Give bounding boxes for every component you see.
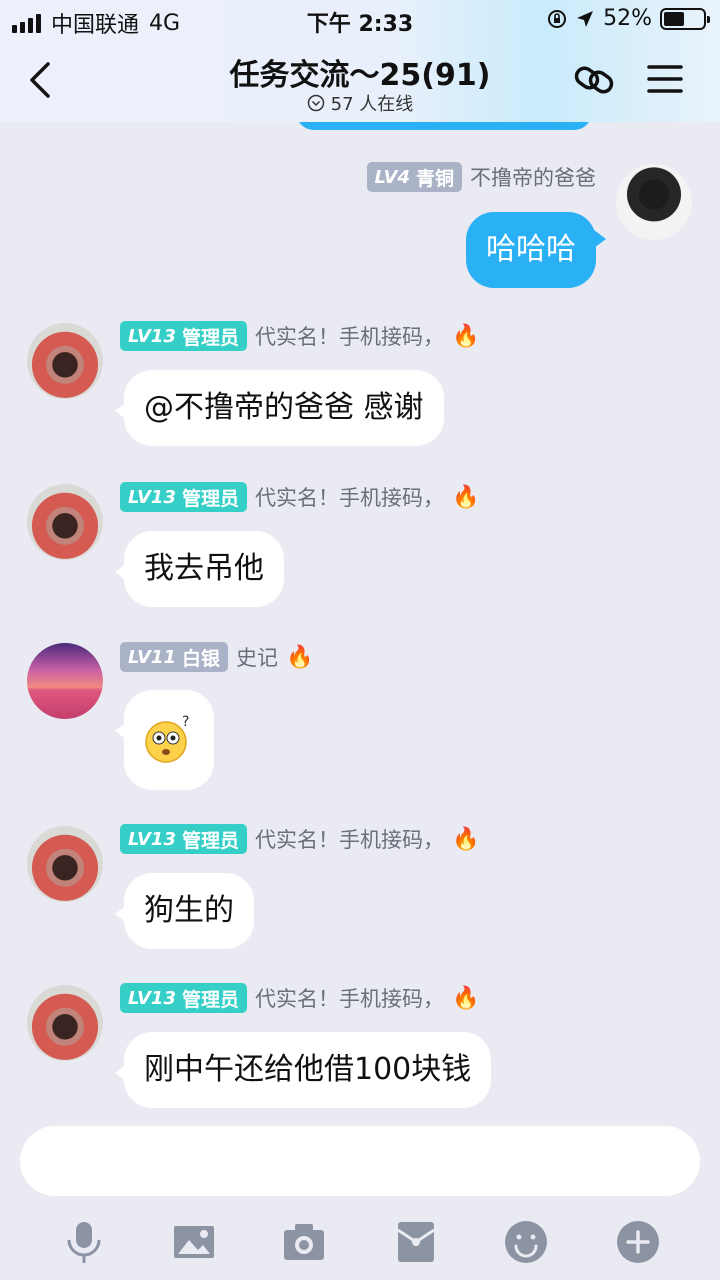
- nickname: 史记: [236, 646, 278, 670]
- message-meta: LV4 青铜 不撸帝的爸爸: [366, 162, 596, 192]
- message-bubble[interactable]: @不撸帝的爸爸 感谢: [115, 370, 444, 446]
- header-bar: 中国联通 4G 下午 2:33 52% 任务交流～25(91) 57 人在线: [0, 0, 720, 122]
- level-badge: LV13 管理员: [120, 321, 247, 351]
- avatar[interactable]: [27, 323, 103, 399]
- svg-text:?: ?: [182, 714, 189, 730]
- level-badge: LV11 白银: [120, 642, 228, 672]
- camera-icon[interactable]: [280, 1218, 328, 1266]
- level-badge: LV13 管理员: [120, 983, 247, 1013]
- confused-emoji-icon: ?: [145, 714, 189, 763]
- fire-icon: 🔥: [452, 484, 480, 510]
- nickname: 代实名！手机接码，: [255, 987, 444, 1011]
- image-icon[interactable]: [170, 1218, 218, 1266]
- message-bubble[interactable]: 哈哈哈: [466, 212, 606, 288]
- message-meta: LV13 管理员 代实名！手机接码， 🔥: [120, 983, 479, 1013]
- message-bubble[interactable]: ?: [115, 690, 214, 790]
- battery-icon: [660, 7, 710, 30]
- avatar[interactable]: [616, 164, 692, 240]
- input-toolbar: [0, 1210, 720, 1270]
- nickname: 代实名！手机接码，: [255, 325, 444, 349]
- avatar[interactable]: [27, 985, 103, 1061]
- red-packet-icon[interactable]: [392, 1218, 440, 1266]
- level-badge: LV13 管理员: [120, 482, 247, 512]
- level-badge: LV4 青铜: [366, 162, 462, 192]
- nickname: 代实名！手机接码，: [255, 486, 444, 510]
- rotation-lock-icon: [548, 9, 567, 28]
- menu-icon[interactable]: [646, 62, 684, 96]
- fire-icon: 🔥: [452, 323, 480, 349]
- message-meta: LV11 白银 史记 🔥: [120, 642, 313, 672]
- status-bar: 中国联通 4G 下午 2:33 52%: [0, 0, 720, 40]
- fire-icon: 🔥: [452, 985, 480, 1011]
- message-bubble[interactable]: 狗生的: [115, 873, 254, 949]
- avatar[interactable]: [27, 643, 103, 719]
- input-bar: [0, 1110, 720, 1280]
- avatar[interactable]: [27, 484, 103, 560]
- message-meta: LV13 管理员 代实名！手机接码， 🔥: [120, 321, 479, 351]
- message-meta: LV13 管理员 代实名！手机接码， 🔥: [120, 824, 479, 854]
- link-share-icon[interactable]: [570, 58, 618, 102]
- fire-icon: 🔥: [452, 826, 480, 852]
- message-meta: LV13 管理员 代实名！手机接码， 🔥: [120, 482, 479, 512]
- location-arrow-icon: [577, 10, 594, 27]
- message-input[interactable]: [20, 1126, 700, 1196]
- plus-icon[interactable]: [614, 1218, 662, 1266]
- microphone-icon[interactable]: [60, 1218, 108, 1266]
- message-bubble[interactable]: 刚中午还给他借100块钱: [114, 1032, 492, 1108]
- nickname: 不撸帝的爸爸: [470, 166, 596, 190]
- battery-percent: 52%: [603, 6, 652, 31]
- emoji-icon[interactable]: [502, 1218, 550, 1266]
- avatar[interactable]: [27, 826, 103, 902]
- chevron-down-circle-icon: [307, 94, 324, 112]
- message-bubble[interactable]: 我去吊他: [115, 531, 284, 607]
- fire-icon: 🔥: [286, 644, 314, 670]
- level-badge: LV13 管理员: [120, 824, 247, 854]
- nickname: 代实名！手机接码，: [255, 828, 444, 852]
- online-count-label: 57 人在线: [330, 94, 414, 115]
